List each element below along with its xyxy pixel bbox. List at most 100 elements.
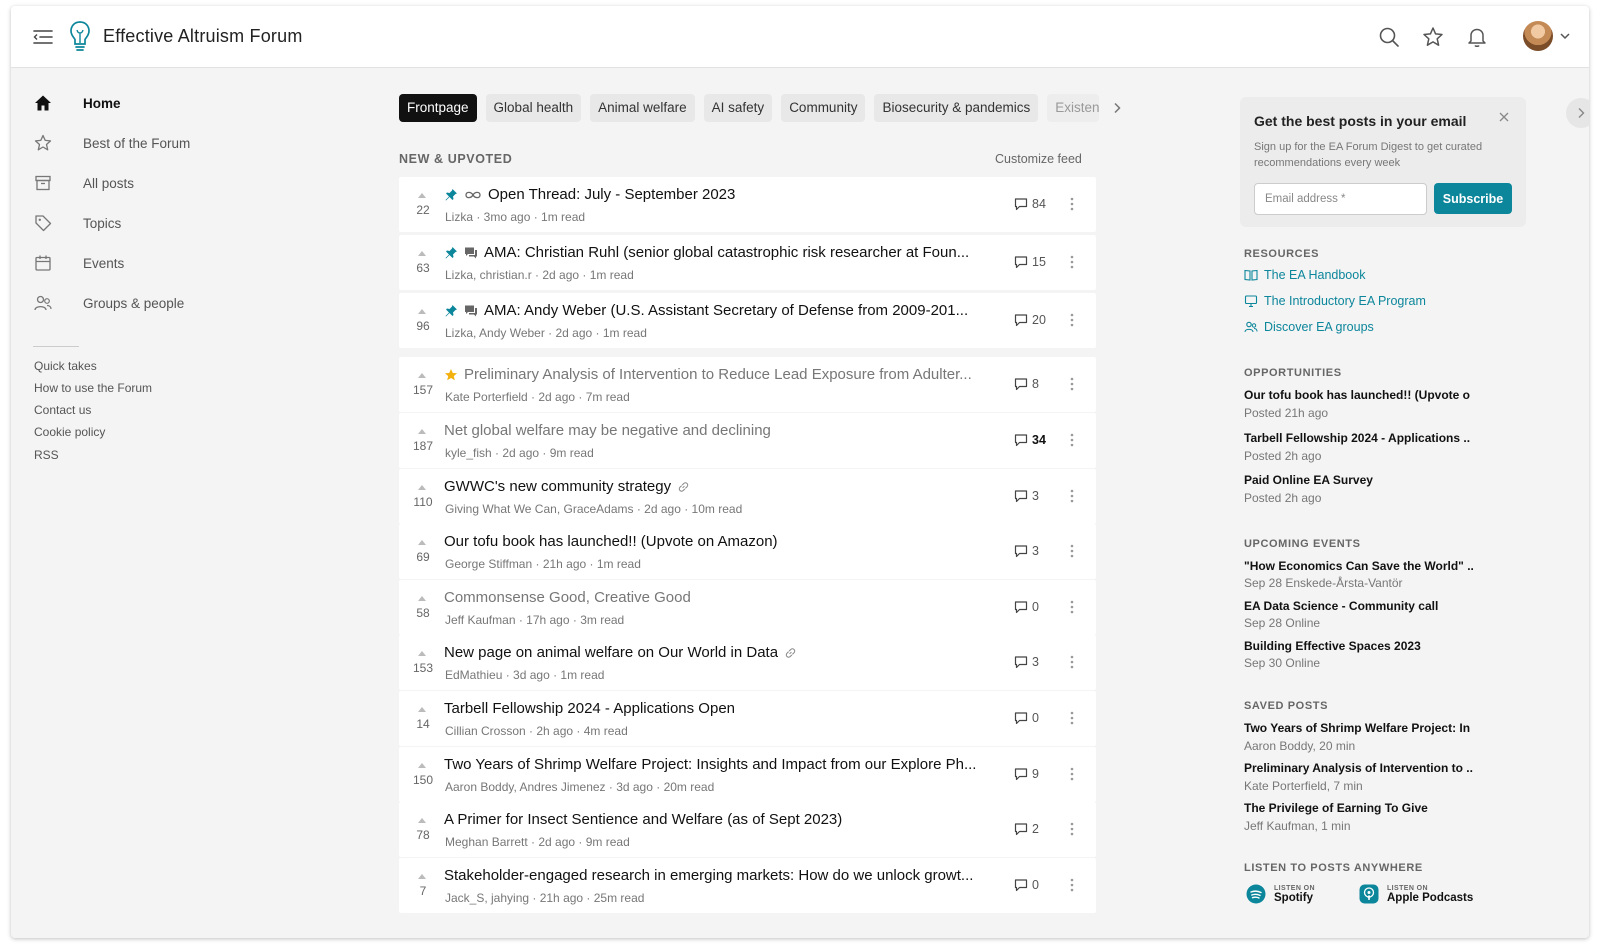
nav-item-best-of-forum[interactable]: Best of the Forum (33, 130, 190, 156)
notifications-bell-icon[interactable] (1465, 25, 1489, 49)
more-options-icon[interactable] (1069, 488, 1075, 504)
lightbulb-logo-icon[interactable] (69, 20, 91, 52)
event-link[interactable]: "How Economics Can Save the World" .. (1244, 559, 1476, 573)
upvote-arrow[interactable] (418, 193, 426, 198)
upvote-arrow[interactable] (418, 309, 426, 314)
upvote-arrow[interactable] (418, 651, 426, 656)
post-title[interactable]: New page on animal welfare on Our World … (444, 644, 778, 661)
customize-feed-link[interactable]: Customize feed (995, 152, 1082, 166)
comments-count[interactable]: 9 (1014, 767, 1039, 781)
nav-item-groups-people[interactable]: Groups & people (33, 290, 184, 316)
how-to-use-link[interactable]: How to use the Forum (34, 381, 152, 395)
post-title[interactable]: GWWC's new community strategy (444, 478, 671, 495)
opportunity-link[interactable]: Tarbell Fellowship 2024 - Applications .… (1244, 431, 1476, 445)
more-options-icon[interactable] (1069, 254, 1075, 270)
more-options-icon[interactable] (1069, 432, 1075, 448)
email-field[interactable] (1254, 183, 1427, 215)
chevron-right-icon[interactable] (1112, 102, 1122, 114)
post-title[interactable]: Commonsense Good, Creative Good (444, 589, 691, 606)
saved-post-link[interactable]: Two Years of Shrimp Welfare Project: In (1244, 721, 1476, 735)
comments-count[interactable]: 0 (1014, 878, 1039, 892)
comments-count[interactable]: 3 (1014, 544, 1039, 558)
post-title[interactable]: Tarbell Fellowship 2024 - Applications O… (444, 700, 735, 717)
post-title[interactable]: Preliminary Analysis of Intervention to … (464, 366, 972, 383)
tab-community[interactable]: Community (781, 94, 866, 122)
upvote-arrow[interactable] (418, 596, 426, 601)
cookie-policy-link[interactable]: Cookie policy (34, 425, 105, 439)
post-item[interactable]: 14 Tarbell Fellowship 2024 - Applications… (399, 691, 1096, 746)
tab-ai-safety[interactable]: AI safety (703, 94, 773, 122)
user-avatar[interactable] (1523, 21, 1553, 51)
post-item[interactable]: 63 AMA: Christian Ruhl (senior global cat… (399, 235, 1096, 290)
post-item[interactable]: 78 A Primer for Insect Sentience and Welf… (399, 802, 1096, 857)
post-item[interactable]: 96 AMA: Andy Weber (U.S. Assistant Secret… (399, 293, 1096, 348)
comments-count[interactable]: 34 (1014, 433, 1046, 447)
nav-item-events[interactable]: Events (33, 250, 124, 276)
post-title[interactable]: Stakeholder-engaged research in emerging… (444, 867, 973, 884)
more-options-icon[interactable] (1069, 766, 1075, 782)
upvote-arrow[interactable] (418, 485, 426, 490)
ea-handbook-link[interactable]: The EA Handbook (1244, 268, 1365, 282)
post-title[interactable]: Two Years of Shrimp Welfare Project: Ins… (444, 756, 976, 773)
event-link[interactable]: Building Effective Spaces 2023 (1244, 639, 1476, 653)
rss-link[interactable]: RSS (34, 448, 59, 462)
more-options-icon[interactable] (1069, 599, 1075, 615)
comments-count[interactable]: 3 (1014, 489, 1039, 503)
saved-post-link[interactable]: The Privilege of Earning To Give (1244, 801, 1476, 815)
tab-existential-risk[interactable]: Existential risk (1047, 94, 1099, 122)
more-options-icon[interactable] (1069, 376, 1075, 392)
upvote-arrow[interactable] (418, 540, 426, 545)
post-item[interactable]: 110 GWWC's new community strategy Giving W… (399, 469, 1096, 524)
menu-toggle-icon[interactable] (32, 27, 54, 47)
nav-item-all-posts[interactable]: All posts (33, 170, 134, 196)
post-title[interactable]: Open Thread: July - September 2023 (488, 186, 735, 203)
post-title[interactable]: AMA: Andy Weber (U.S. Assistant Secretar… (484, 302, 968, 319)
comments-count[interactable]: 3 (1014, 655, 1039, 669)
apple-podcasts-button[interactable]: LISTEN ON Apple Podcasts (1359, 884, 1473, 904)
upvote-arrow[interactable] (418, 707, 426, 712)
nav-item-topics[interactable]: Topics (33, 210, 121, 236)
post-item[interactable]: 150 Two Years of Shrimp Welfare Project: … (399, 747, 1096, 802)
event-link[interactable]: EA Data Science - Community call (1244, 599, 1476, 613)
search-icon[interactable] (1377, 25, 1401, 49)
tab-frontpage[interactable]: Frontpage (399, 94, 477, 122)
comments-count[interactable]: 84 (1014, 197, 1046, 211)
nav-item-home[interactable]: Home (33, 90, 121, 116)
spotify-button[interactable]: LISTEN ON Spotify (1246, 884, 1315, 904)
more-options-icon[interactable] (1069, 877, 1075, 893)
upvote-arrow[interactable] (418, 818, 426, 823)
comments-count[interactable]: 2 (1014, 822, 1039, 836)
more-options-icon[interactable] (1069, 821, 1075, 837)
comments-count[interactable]: 8 (1014, 377, 1039, 391)
upvote-arrow[interactable] (418, 763, 426, 768)
post-item[interactable]: 153 New page on animal welfare on Our Wor… (399, 635, 1096, 690)
tab-animal-welfare[interactable]: Animal welfare (590, 94, 695, 122)
upvote-arrow[interactable] (418, 429, 426, 434)
close-icon[interactable] (1498, 111, 1510, 123)
post-title[interactable]: Net global welfare may be negative and d… (444, 422, 771, 439)
site-title[interactable]: Effective Altruism Forum (103, 26, 303, 47)
post-item[interactable]: 157 Preliminary Analysis of Intervention … (399, 357, 1096, 412)
intro-program-link[interactable]: The Introductory EA Program (1244, 294, 1426, 308)
post-item[interactable]: 187 Net global welfare may be negative an… (399, 413, 1096, 468)
more-options-icon[interactable] (1069, 654, 1075, 670)
upvote-arrow[interactable] (418, 251, 426, 256)
subscribe-button[interactable]: Subscribe (1434, 183, 1512, 214)
comments-count[interactable]: 0 (1014, 711, 1039, 725)
tab-global-health[interactable]: Global health (485, 94, 582, 122)
post-item[interactable]: 58 Commonsense Good, Creative Good Jeff Ka… (399, 580, 1096, 635)
post-title[interactable]: Our tofu book has launched!! (Upvote on … (444, 533, 778, 550)
tab-biosecurity[interactable]: Biosecurity & pandemics (874, 94, 1039, 122)
bookmark-star-icon[interactable] (1421, 25, 1445, 49)
post-item[interactable]: 22 Open Thread: July - September 2023 Lizk… (399, 177, 1096, 232)
opportunity-link[interactable]: Paid Online EA Survey (1244, 473, 1476, 487)
discover-groups-link[interactable]: Discover EA groups (1244, 320, 1374, 334)
chevron-down-icon[interactable] (1560, 32, 1570, 40)
contact-us-link[interactable]: Contact us (34, 403, 91, 417)
post-item[interactable]: 7 Stakeholder-engaged research in emergin… (399, 858, 1096, 913)
upvote-arrow[interactable] (418, 373, 426, 378)
more-options-icon[interactable] (1069, 543, 1075, 559)
more-options-icon[interactable] (1069, 710, 1075, 726)
post-item[interactable]: 69 Our tofu book has launched!! (Upvote o… (399, 524, 1096, 579)
comments-count[interactable]: 0 (1014, 600, 1039, 614)
